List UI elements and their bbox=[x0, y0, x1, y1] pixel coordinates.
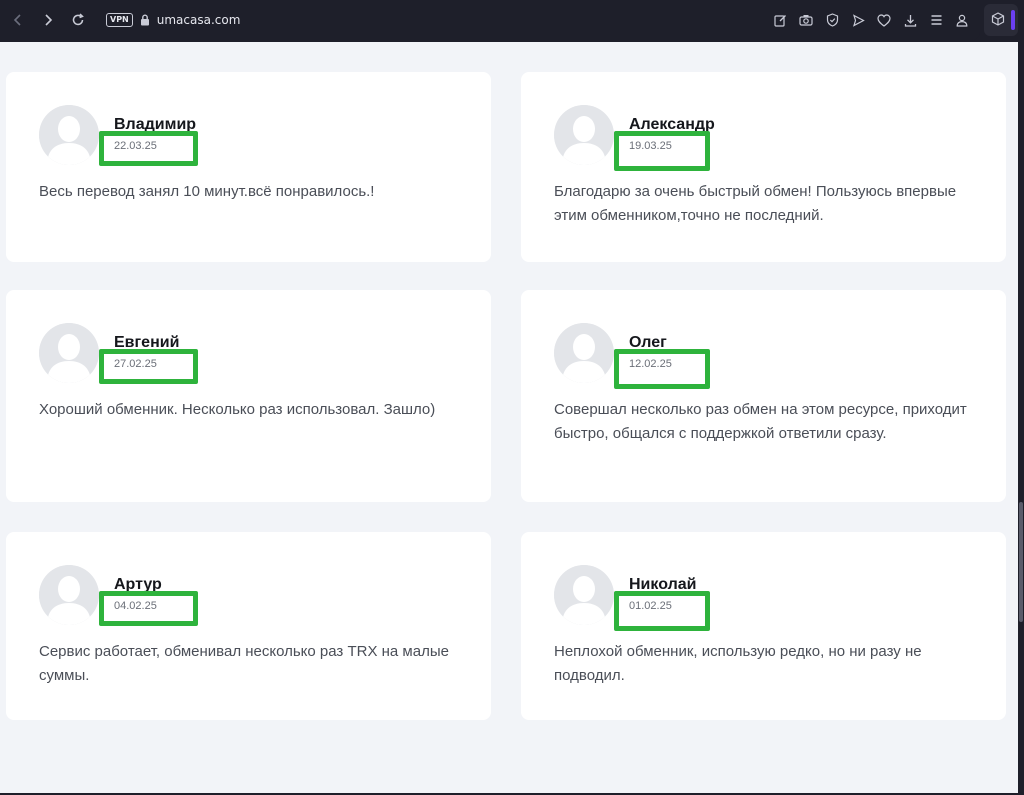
forward-icon[interactable] bbox=[36, 8, 60, 32]
scrollbar[interactable] bbox=[1018, 42, 1024, 793]
menu-icon[interactable] bbox=[924, 8, 948, 32]
review-card: Владимир 22.03.25 Весь перевод занял 10 ми… bbox=[6, 72, 491, 262]
avatar bbox=[39, 323, 99, 383]
browser-window: VPN umacasa.com Владимир 22.03.25 Весь п… bbox=[0, 0, 1024, 795]
review-text: Благодарю за очень быстрый обмен! Пользу… bbox=[554, 183, 957, 224]
shield-icon[interactable] bbox=[820, 8, 844, 32]
back-icon[interactable] bbox=[6, 8, 30, 32]
avatar bbox=[39, 565, 99, 625]
review-text: Сервис работает, обменивал несколько раз… bbox=[39, 643, 449, 684]
avatar bbox=[554, 105, 614, 165]
vpn-badge[interactable]: VPN bbox=[106, 13, 133, 27]
review-card: Евгений 27.02.25 Хороший обменник. Несколь… bbox=[6, 290, 491, 502]
review-card: Александр 19.03.25 Благодарю за очень быст… bbox=[521, 72, 1006, 262]
download-icon[interactable] bbox=[898, 8, 922, 32]
profile-icon[interactable] bbox=[950, 8, 974, 32]
date-highlight-box bbox=[99, 349, 198, 384]
cube-icon[interactable] bbox=[991, 12, 1007, 28]
avatar bbox=[39, 105, 99, 165]
review-text: Совершал несколько раз обмен на этом рес… bbox=[554, 401, 967, 442]
review-card: Николай 01.02.25 Неплохой обменник, исполь… bbox=[521, 532, 1006, 720]
reload-icon[interactable] bbox=[66, 8, 90, 32]
send-icon[interactable] bbox=[846, 8, 870, 32]
date-highlight-box bbox=[99, 591, 198, 626]
toolbar-actions bbox=[768, 8, 974, 32]
avatar bbox=[554, 565, 614, 625]
page-viewport: Владимир 22.03.25 Весь перевод занял 10 ми… bbox=[0, 42, 1018, 793]
date-highlight-box bbox=[614, 349, 710, 389]
review-text: Весь перевод занял 10 минут.всё понравил… bbox=[39, 183, 375, 200]
heart-icon[interactable] bbox=[872, 8, 896, 32]
review-card: Олег 12.02.25 Совершал несколько раз обмен… bbox=[521, 290, 1006, 502]
lock-icon[interactable] bbox=[139, 13, 151, 27]
browser-toolbar: VPN umacasa.com bbox=[0, 0, 980, 40]
avatar bbox=[554, 323, 614, 383]
sidebar-toggle[interactable] bbox=[984, 4, 1018, 36]
review-card: Артур 04.02.25 Сервис работает, обменивал … bbox=[6, 532, 491, 720]
date-highlight-box bbox=[99, 131, 198, 166]
accent-bar bbox=[1011, 10, 1015, 30]
review-text: Неплохой обменник, использую редко, но н… bbox=[554, 643, 922, 684]
scrollbar-thumb[interactable] bbox=[1019, 502, 1023, 622]
camera-icon[interactable] bbox=[794, 8, 818, 32]
date-highlight-box bbox=[614, 591, 710, 631]
edit-icon[interactable] bbox=[768, 8, 792, 32]
address-bar-url[interactable]: umacasa.com bbox=[157, 13, 241, 27]
date-highlight-box bbox=[614, 131, 710, 171]
review-text: Хороший обменник. Несколько раз использо… bbox=[39, 401, 436, 418]
